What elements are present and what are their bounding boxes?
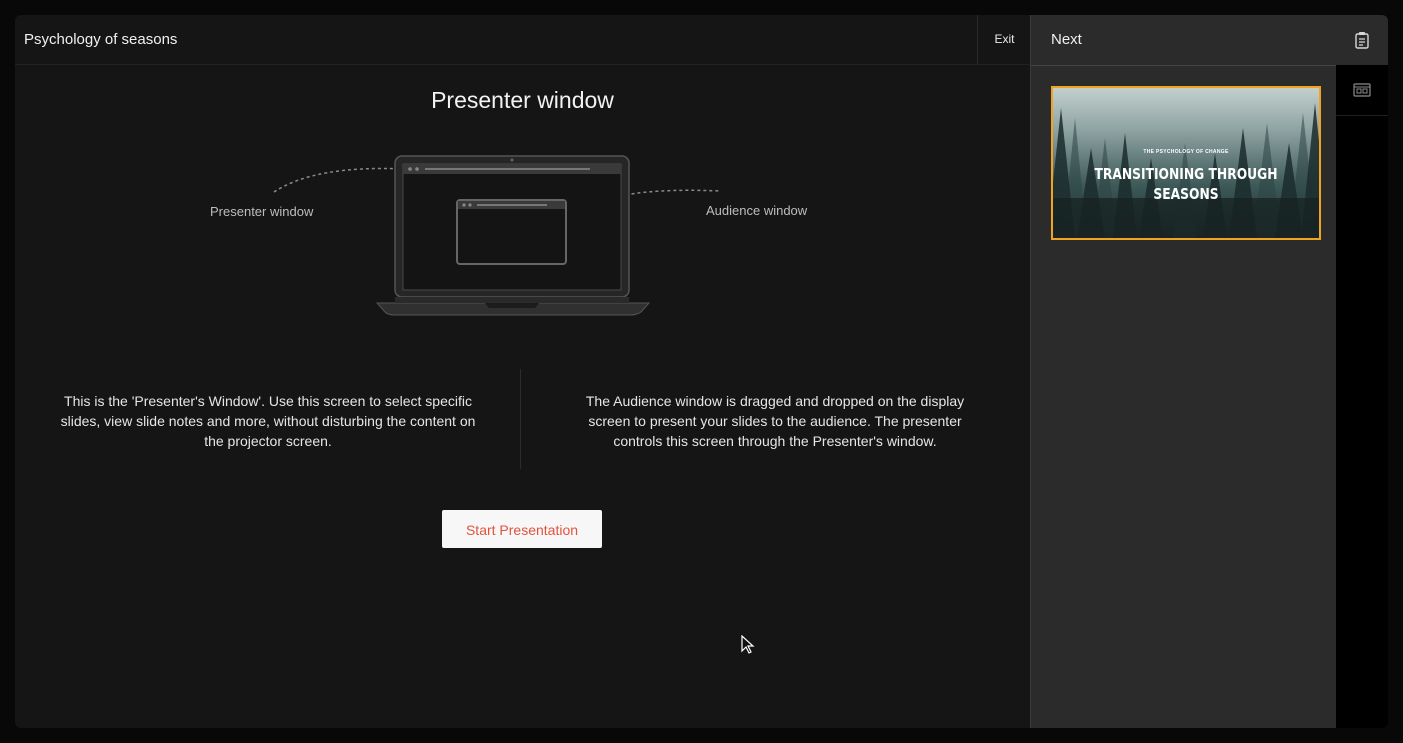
audience-description: The Audience window is dragged and dropp… — [585, 393, 965, 449]
next-panel-header: Next — [1031, 15, 1337, 66]
slide-kicker-text: THE PSYCHOLOGY OF CHANGE — [1143, 149, 1229, 155]
slide-title-text: TRANSITIONING THROUGH SEASONS — [1077, 164, 1295, 204]
slide-title-line-1: TRANSITIONING THROUGH — [1094, 165, 1278, 183]
slides-tab-button[interactable] — [1336, 65, 1388, 116]
next-slide-panel: Next THE PSYCHOLOGY OF CHANGE TRANSITION… — [1030, 15, 1337, 728]
next-panel-title: Next — [1051, 31, 1082, 48]
slide-title-line-2: SEASONS — [1153, 185, 1219, 203]
presenter-description: This is the 'Presenter's Window'. Use th… — [60, 393, 476, 449]
notes-icon — [1355, 32, 1369, 49]
start-presentation-button[interactable]: Start Presentation — [442, 510, 602, 548]
notes-tab-button[interactable] — [1336, 15, 1388, 65]
next-slide-thumbnail[interactable]: THE PSYCHOLOGY OF CHANGE TRANSITIONING T… — [1051, 86, 1321, 240]
slides-icon — [1353, 83, 1371, 97]
forest-image — [1053, 103, 1319, 238]
audience-window-label: Audience window — [706, 203, 808, 218]
presenter-window-label: Presenter window — [210, 204, 314, 219]
presenter-view: Psychology of seasons Exit Presenter win… — [15, 15, 1388, 728]
mouse-cursor-icon — [741, 635, 755, 654]
side-rail — [1336, 15, 1388, 728]
laptop-illustration — [273, 155, 721, 316]
column-divider — [520, 369, 521, 469]
